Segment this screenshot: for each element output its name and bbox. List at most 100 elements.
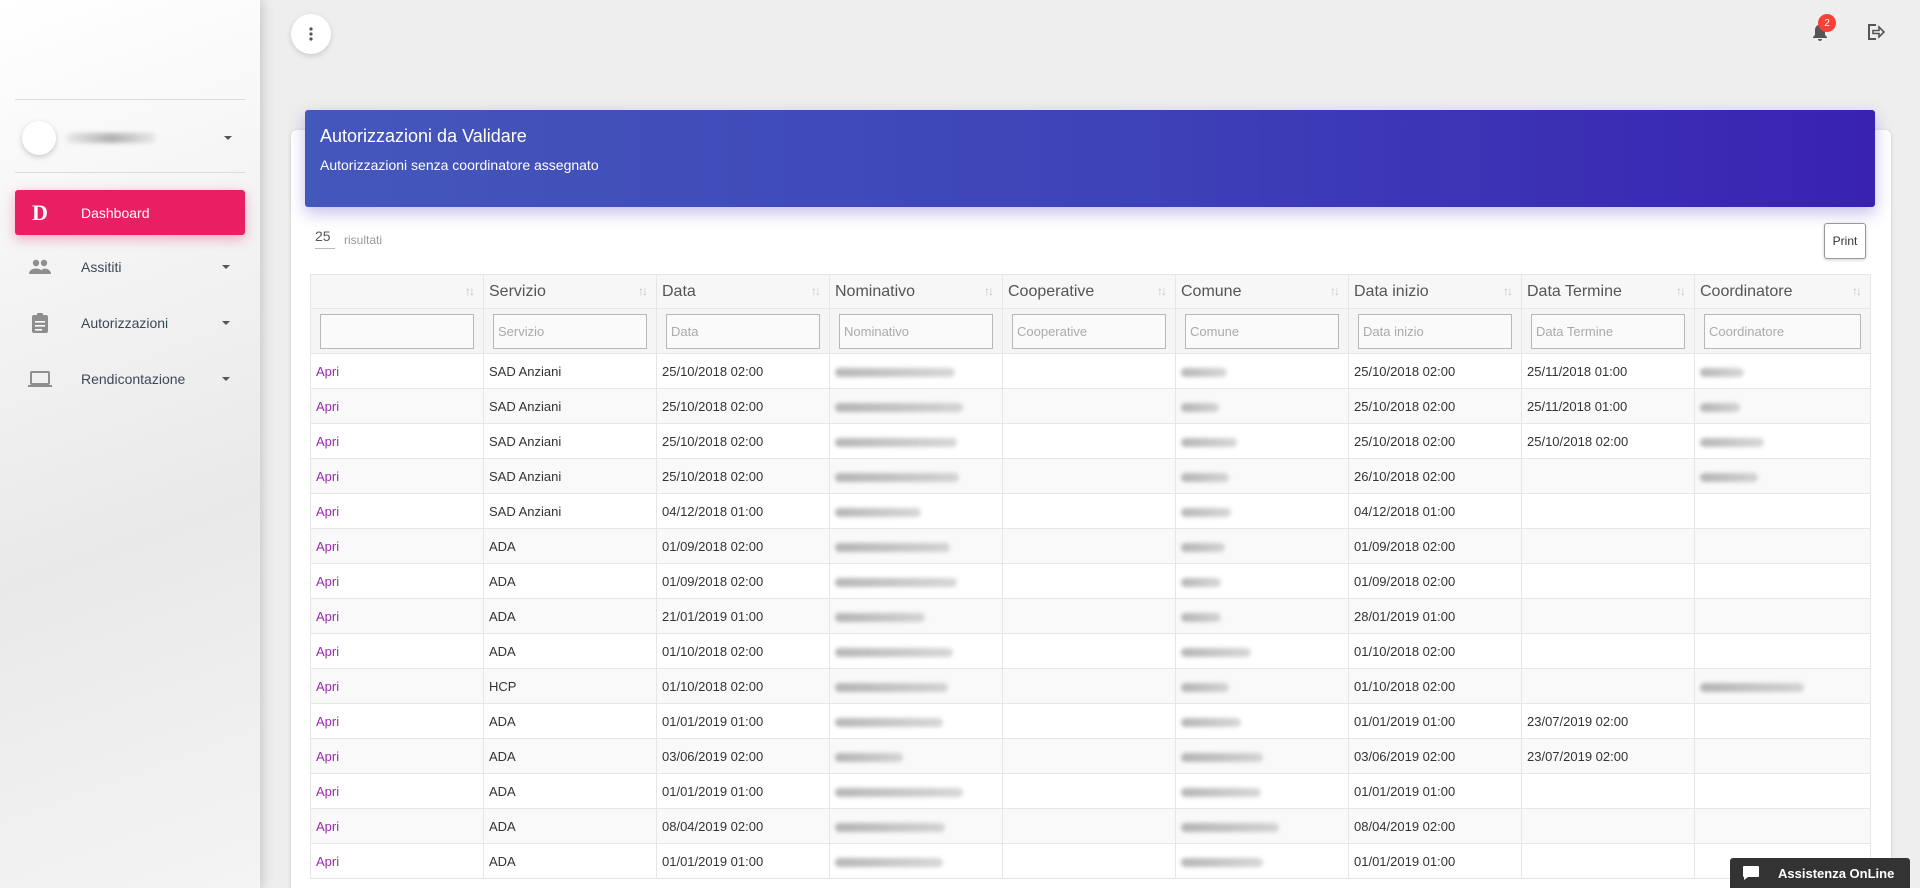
sidebar-item-assititi[interactable]: Assititi bbox=[15, 244, 245, 289]
cell-comune bbox=[1175, 528, 1349, 564]
cell-nominativo bbox=[829, 738, 1003, 774]
cell-coordinatore bbox=[1694, 423, 1871, 459]
filter-input-data-termine[interactable] bbox=[1531, 313, 1685, 349]
sidebar-item-dashboard[interactable]: D Dashboard bbox=[15, 190, 245, 235]
table-body: Apri SAD Anziani 25/10/2018 02:00 25/10/201… bbox=[310, 353, 1871, 879]
redacted-text bbox=[1181, 402, 1219, 412]
cell-cooperative bbox=[1002, 493, 1176, 529]
cell-data-inizio: 01/01/2019 01:00 bbox=[1354, 783, 1456, 799]
cell-servizio: ADA bbox=[489, 573, 516, 589]
laptop-icon bbox=[27, 367, 53, 391]
redacted-text bbox=[1181, 787, 1261, 797]
more-vert-icon bbox=[309, 27, 313, 41]
open-link[interactable]: Apri bbox=[316, 749, 339, 764]
cell-coordinatore bbox=[1694, 388, 1871, 424]
cell-servizio: ADA bbox=[489, 853, 516, 869]
open-link[interactable]: Apri bbox=[316, 399, 339, 414]
redacted-text bbox=[835, 787, 963, 797]
cell-coordinatore bbox=[1694, 563, 1871, 599]
column-header-actions[interactable]: ↑↓ bbox=[310, 274, 484, 309]
cell-nominativo bbox=[829, 423, 1003, 459]
cell-comune bbox=[1175, 738, 1349, 774]
cell-coordinatore bbox=[1694, 633, 1871, 669]
table-row: Apri ADA 01/10/2018 02:00 01/10/2018 02:00 bbox=[310, 633, 1871, 669]
cell-cooperative bbox=[1002, 598, 1176, 634]
filter-input-cooperative[interactable] bbox=[1012, 313, 1166, 349]
open-link[interactable]: Apri bbox=[316, 714, 339, 729]
cell-data-inizio: 03/06/2019 02:00 bbox=[1354, 748, 1456, 764]
card-title: Autorizzazioni da Validare bbox=[320, 126, 527, 146]
avatar bbox=[22, 121, 56, 155]
open-link[interactable]: Apri bbox=[316, 609, 339, 624]
table-row: Apri ADA 01/01/2019 01:00 01/01/2019 01:00 bbox=[310, 773, 1871, 809]
filter-input-nominativo[interactable] bbox=[839, 313, 993, 349]
filter-input-data-inizio[interactable] bbox=[1358, 313, 1512, 349]
chevron-down-icon bbox=[224, 136, 232, 140]
redacted-text bbox=[1181, 542, 1225, 552]
open-link[interactable]: Apri bbox=[316, 364, 339, 379]
cell-comune bbox=[1175, 493, 1349, 529]
open-link[interactable]: Apri bbox=[316, 679, 339, 694]
cell-data-inizio: 01/01/2019 01:00 bbox=[1354, 713, 1456, 729]
column-header-data[interactable]: Data ↑↓ bbox=[656, 274, 830, 309]
cell-servizio: SAD Anziani bbox=[489, 433, 562, 449]
column-header-coordinatore[interactable]: Coordinatore ↑↓ bbox=[1694, 274, 1871, 309]
open-link[interactable]: Apri bbox=[316, 434, 339, 449]
cell-data: 25/10/2018 02:00 bbox=[662, 433, 764, 449]
table-row: Apri ADA 01/01/2019 01:00 01/01/2019 01:00 2… bbox=[310, 703, 1871, 739]
sidebar-item-rendicontazione[interactable]: Rendicontazione bbox=[15, 356, 245, 401]
cell-cooperative bbox=[1002, 528, 1176, 564]
cell-cooperative bbox=[1002, 633, 1176, 669]
logout-icon bbox=[1868, 24, 1886, 40]
open-link[interactable]: Apri bbox=[316, 784, 339, 799]
sort-icon: ↑↓ bbox=[811, 284, 821, 298]
cell-nominativo bbox=[829, 773, 1003, 809]
cell-servizio: ADA bbox=[489, 538, 516, 554]
print-button[interactable]: Print bbox=[1824, 223, 1866, 259]
column-header-servizio[interactable]: Servizio ↑↓ bbox=[483, 274, 657, 309]
card-subtitle: Autorizzazioni senza coordinatore assegn… bbox=[320, 157, 599, 173]
cell-comune bbox=[1175, 388, 1349, 424]
redacted-text bbox=[1181, 367, 1227, 377]
column-header-comune[interactable]: Comune ↑↓ bbox=[1175, 274, 1349, 309]
column-header-cooperative[interactable]: Cooperative ↑↓ bbox=[1002, 274, 1176, 309]
filter-input-comune[interactable] bbox=[1185, 313, 1339, 349]
card-header: Autorizzazioni da Validare Autorizzazion… bbox=[305, 110, 1875, 207]
cell-data-termine: 23/07/2019 02:00 bbox=[1527, 748, 1629, 764]
sort-icon: ↑↓ bbox=[984, 284, 994, 298]
user-menu[interactable] bbox=[22, 118, 232, 158]
redacted-text bbox=[1700, 367, 1744, 377]
cell-data-inizio: 25/10/2018 02:00 bbox=[1354, 398, 1456, 414]
cell-comune bbox=[1175, 808, 1349, 844]
cell-cooperative bbox=[1002, 738, 1176, 774]
filter-input-data[interactable] bbox=[666, 313, 820, 349]
cell-cooperative bbox=[1002, 423, 1176, 459]
open-link[interactable]: Apri bbox=[316, 854, 339, 869]
filter-input-coordinatore[interactable] bbox=[1704, 313, 1861, 349]
column-header-data-inizio[interactable]: Data inizio ↑↓ bbox=[1348, 274, 1522, 309]
chevron-down-icon bbox=[222, 264, 230, 269]
open-link[interactable]: Apri bbox=[316, 819, 339, 834]
cell-servizio: HCP bbox=[489, 678, 517, 694]
redacted-text bbox=[1700, 437, 1764, 447]
online-assistance-button[interactable]: Assistenza OnLine bbox=[1730, 858, 1910, 888]
sidebar-divider bbox=[15, 172, 245, 173]
open-link[interactable]: Apri bbox=[316, 539, 339, 554]
filter-input-servizio[interactable] bbox=[493, 313, 647, 349]
open-link[interactable]: Apri bbox=[316, 644, 339, 659]
open-link[interactable]: Apri bbox=[316, 574, 339, 589]
column-header-data-termine[interactable]: Data Termine ↑↓ bbox=[1521, 274, 1695, 309]
sidebar-item-label: Dashboard bbox=[81, 204, 150, 221]
open-link[interactable]: Apri bbox=[316, 469, 339, 484]
filter-input-actions[interactable] bbox=[320, 313, 474, 349]
sidebar-item-autorizzazioni[interactable]: Autorizzazioni bbox=[15, 300, 245, 345]
column-header-nominativo[interactable]: Nominativo ↑↓ bbox=[829, 274, 1003, 309]
open-link[interactable]: Apri bbox=[316, 504, 339, 519]
cell-servizio: ADA bbox=[489, 818, 516, 834]
more-vert-button[interactable] bbox=[291, 14, 331, 54]
sort-icon: ↑↓ bbox=[1157, 284, 1167, 298]
cell-coordinatore bbox=[1694, 808, 1871, 844]
page-size-select[interactable]: 25 bbox=[315, 228, 335, 249]
logout-button[interactable] bbox=[1864, 20, 1888, 44]
cell-coordinatore bbox=[1694, 738, 1871, 774]
